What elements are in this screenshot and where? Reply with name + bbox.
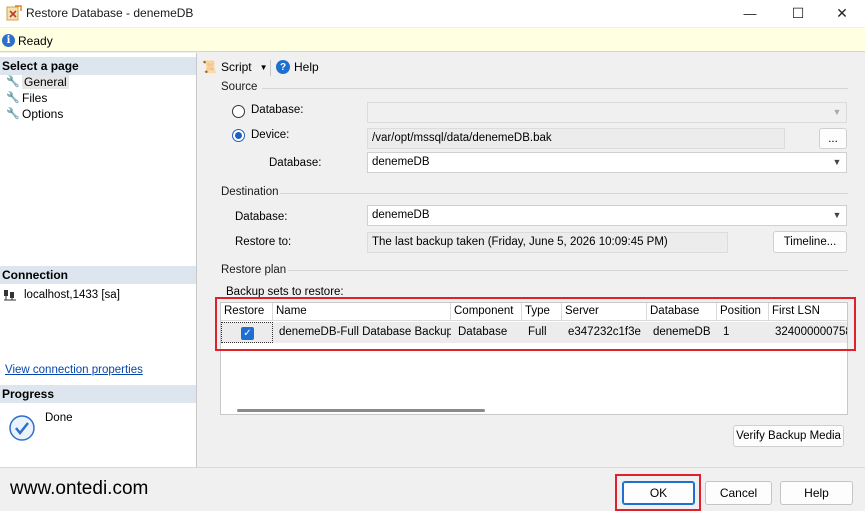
maximize-button[interactable]: ☐ xyxy=(775,0,821,27)
minimize-button[interactable]: — xyxy=(727,0,773,27)
ok-button[interactable]: OK xyxy=(622,481,695,505)
backup-sets-highlight-box xyxy=(215,297,856,351)
status-text: Ready xyxy=(18,34,53,48)
destination-database-label: Database: xyxy=(235,211,288,223)
device-radio-label: Device: xyxy=(251,129,290,141)
device-path-field[interactable]: /var/opt/mssql/data/denemeDB.bak xyxy=(367,128,785,149)
restore-database-app-icon xyxy=(6,5,22,21)
progress-header: Progress xyxy=(0,385,196,403)
progress-status: Done xyxy=(45,412,73,424)
chevron-down-icon: ▼ xyxy=(259,62,268,72)
source-database-value: denemeDB xyxy=(372,156,430,168)
window-title: Restore Database - denemeDB xyxy=(26,6,194,20)
help-label: Help xyxy=(294,60,319,74)
script-button[interactable]: 📜 Script ▼ xyxy=(202,60,268,74)
status-bar xyxy=(0,28,865,52)
page-item-files[interactable]: 🔧 Files xyxy=(6,91,47,105)
wrench-icon: 🔧 xyxy=(6,108,20,120)
wrench-icon: 🔧 xyxy=(6,76,20,88)
source-database-select[interactable]: ▼ xyxy=(367,102,847,123)
source-database-label: Database: xyxy=(269,157,322,169)
script-label: Script xyxy=(220,60,252,74)
connection-header: Connection xyxy=(0,266,196,284)
restore-plan-group-label: Restore plan xyxy=(221,264,287,276)
help-button[interactable]: Help xyxy=(780,481,853,505)
page-item-label: Files xyxy=(22,91,48,105)
source-group-label: Source xyxy=(221,81,258,93)
restore-plan-divider xyxy=(288,270,848,271)
verify-backup-media-button[interactable]: Verify Backup Media xyxy=(733,425,844,447)
page-item-general[interactable]: 🔧 General xyxy=(6,75,69,89)
restore-to-label: Restore to: xyxy=(235,236,292,248)
device-radio[interactable] xyxy=(232,129,245,142)
cancel-button[interactable]: Cancel xyxy=(705,481,772,505)
restore-to-field: The last backup taken (Friday, June 5, 2… xyxy=(367,232,728,253)
help-icon: ? xyxy=(276,60,290,74)
chevron-down-icon: ▼ xyxy=(832,157,842,167)
destination-group-label: Destination xyxy=(221,186,279,198)
toolbar-separator xyxy=(270,60,271,76)
database-radio[interactable] xyxy=(232,105,245,118)
timeline-button[interactable]: Timeline... xyxy=(773,231,847,253)
wrench-icon: 🔧 xyxy=(6,92,20,104)
select-page-header: Select a page xyxy=(0,57,196,75)
chevron-down-icon: ▼ xyxy=(832,107,842,117)
watermark-text: www.ontedi.com xyxy=(10,478,149,499)
page-item-label: General xyxy=(22,75,69,89)
chevron-down-icon: ▼ xyxy=(832,210,842,220)
horizontal-scrollbar[interactable] xyxy=(237,409,485,412)
browse-device-button[interactable]: ... xyxy=(819,128,847,149)
destination-divider xyxy=(280,193,848,194)
database-radio-label: Database: xyxy=(251,104,304,116)
connection-value: localhost,1433 [sa] xyxy=(24,289,120,301)
minimize-icon: — xyxy=(743,6,757,21)
destination-database-value: denemeDB xyxy=(372,209,430,221)
source-database-dropdown[interactable]: denemeDB ▼ xyxy=(367,152,847,173)
close-icon: ✕ xyxy=(836,5,848,21)
maximize-icon: ☐ xyxy=(791,5,805,21)
page-item-options[interactable]: 🔧 Options xyxy=(6,107,63,121)
destination-database-dropdown[interactable]: denemeDB ▼ xyxy=(367,205,847,226)
script-icon: 📜 xyxy=(202,60,217,74)
view-connection-properties-link[interactable]: View connection properties xyxy=(5,364,143,376)
done-check-icon xyxy=(9,415,35,441)
page-item-label: Options xyxy=(22,107,64,121)
server-connection-icon xyxy=(4,289,18,301)
help-toolbar-button[interactable]: ? Help xyxy=(276,60,319,74)
source-divider xyxy=(262,88,848,89)
close-button[interactable]: ✕ xyxy=(819,0,865,27)
info-icon: i xyxy=(2,34,15,47)
